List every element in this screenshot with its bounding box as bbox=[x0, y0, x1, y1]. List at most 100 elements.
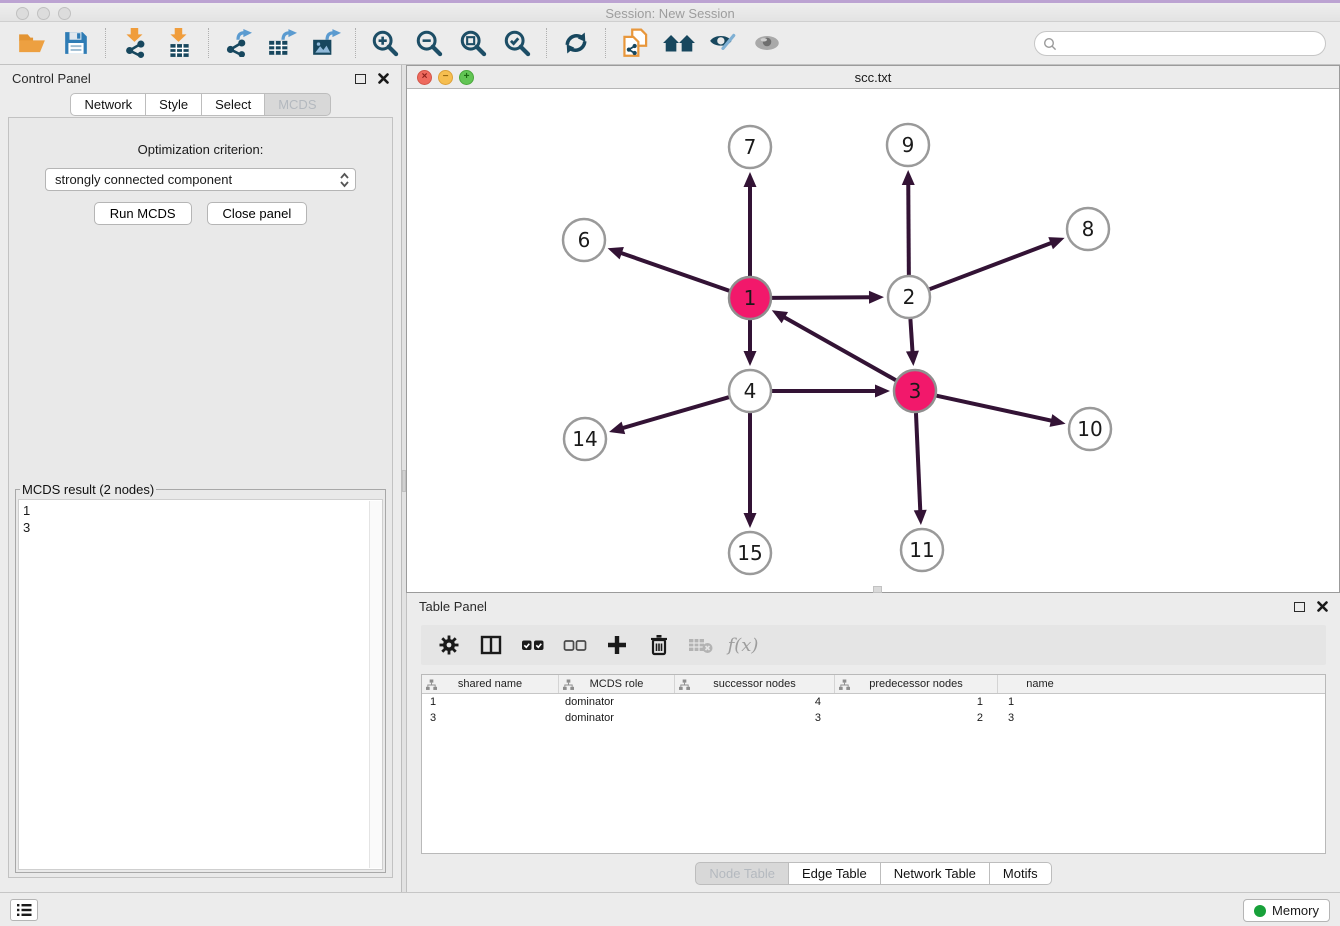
tab-mcds[interactable]: MCDS bbox=[265, 93, 330, 116]
graph-edge-2-9[interactable] bbox=[902, 170, 915, 275]
zoom-in-button[interactable] bbox=[363, 25, 407, 61]
tab-network[interactable]: Network bbox=[70, 93, 146, 116]
horizontal-splitter-grip[interactable] bbox=[873, 586, 882, 593]
network-canvas[interactable]: 7 9 6 8 1 2 4 3 14 10 15 11 bbox=[407, 89, 1339, 592]
memory-button[interactable]: Memory bbox=[1243, 899, 1330, 922]
result-line: 1 bbox=[23, 502, 378, 519]
column-header-name[interactable]: name bbox=[998, 675, 1082, 693]
close-panel-button[interactable]: Close panel bbox=[207, 202, 308, 225]
float-table-panel-icon[interactable] bbox=[1294, 602, 1305, 612]
dropdown-selected-value: strongly connected component bbox=[55, 172, 338, 187]
table-row[interactable]: 1dominator411 bbox=[422, 694, 1325, 710]
graph-edge-1-6[interactable] bbox=[608, 247, 730, 291]
column-header-successor-nodes[interactable]: successor nodes bbox=[675, 675, 835, 693]
graph-node-10[interactable]: 10 bbox=[1069, 408, 1111, 450]
export-network-icon bbox=[224, 29, 252, 57]
result-scrollbar[interactable] bbox=[369, 501, 382, 868]
graph-node-1[interactable]: 1 bbox=[729, 277, 771, 319]
graph-edge-3-10[interactable] bbox=[936, 396, 1065, 427]
graph-node-3[interactable]: 3 bbox=[894, 370, 936, 412]
table-cell[interactable]: 4 bbox=[675, 694, 835, 710]
zoom-selected-button[interactable] bbox=[495, 25, 539, 61]
show-all-button[interactable] bbox=[745, 25, 789, 61]
column-header-shared-name[interactable]: shared name bbox=[422, 675, 559, 693]
graph-node-11[interactable]: 11 bbox=[901, 529, 943, 571]
toolbar-separator bbox=[355, 28, 356, 58]
maximize-view-button[interactable]: + bbox=[459, 70, 474, 85]
save-session-button[interactable] bbox=[54, 25, 98, 61]
toolbar-separator bbox=[208, 28, 209, 58]
graph-edge-3-11[interactable] bbox=[914, 413, 927, 525]
deselect-all-columns-button[interactable] bbox=[557, 628, 593, 662]
graph-edge-4-15[interactable] bbox=[744, 413, 757, 528]
table-cell[interactable]: 1 bbox=[835, 694, 998, 710]
column-header-mcds-role[interactable]: MCDS role bbox=[559, 675, 675, 693]
graph-node-14[interactable]: 14 bbox=[564, 418, 606, 460]
table-cell[interactable]: 1 bbox=[422, 694, 559, 710]
graph-node-15[interactable]: 15 bbox=[729, 532, 771, 574]
export-table-button[interactable] bbox=[260, 25, 304, 61]
graph-edge-1-2[interactable] bbox=[772, 291, 884, 304]
graph-node-4[interactable]: 4 bbox=[729, 370, 771, 412]
table-cell[interactable]: dominator bbox=[559, 694, 675, 710]
graph-edge-3-1[interactable] bbox=[772, 310, 896, 380]
table-cell[interactable]: 3 bbox=[998, 710, 1082, 726]
delete-column-button[interactable] bbox=[641, 628, 677, 662]
graph-edge-4-14[interactable] bbox=[609, 397, 729, 434]
table-cell[interactable]: 2 bbox=[835, 710, 998, 726]
tab-edge-table[interactable]: Edge Table bbox=[789, 862, 881, 885]
column-type-icon bbox=[563, 679, 574, 691]
table-cell[interactable]: 3 bbox=[675, 710, 835, 726]
close-panel-icon[interactable] bbox=[378, 73, 389, 84]
import-table-button[interactable] bbox=[157, 25, 201, 61]
import-network-button[interactable] bbox=[113, 25, 157, 61]
graph-edge-4-3[interactable] bbox=[772, 385, 890, 398]
add-column-button[interactable] bbox=[599, 628, 635, 662]
graph-node-2[interactable]: 2 bbox=[888, 276, 930, 318]
new-network-from-selection-button[interactable] bbox=[613, 25, 657, 61]
run-mcds-button[interactable]: Run MCDS bbox=[94, 202, 192, 225]
tab-network-table[interactable]: Network Table bbox=[881, 862, 990, 885]
graph-edge-2-8[interactable] bbox=[930, 237, 1065, 289]
search-input[interactable] bbox=[1061, 34, 1325, 54]
minimize-view-button[interactable]: − bbox=[438, 70, 453, 85]
tab-style[interactable]: Style bbox=[146, 93, 202, 116]
tab-select[interactable]: Select bbox=[202, 93, 265, 116]
export-network-button[interactable] bbox=[216, 25, 260, 61]
task-history-button[interactable] bbox=[10, 899, 38, 921]
graph-node-label: 4 bbox=[744, 379, 757, 403]
column-header-predecessor-nodes[interactable]: predecessor nodes bbox=[835, 675, 998, 693]
table-row[interactable]: 3dominator323 bbox=[422, 710, 1325, 726]
export-image-button[interactable] bbox=[304, 25, 348, 61]
graph-edge-2-3[interactable] bbox=[906, 319, 919, 366]
mcds-result-textarea[interactable]: 13 bbox=[18, 499, 383, 870]
table-cell[interactable]: dominator bbox=[559, 710, 675, 726]
table-settings-button[interactable] bbox=[431, 628, 467, 662]
zoom-out-button[interactable] bbox=[407, 25, 451, 61]
graph-node-7[interactable]: 7 bbox=[729, 126, 771, 168]
graph-node-8[interactable]: 8 bbox=[1067, 208, 1109, 250]
tab-node-table[interactable]: Node Table bbox=[695, 862, 789, 885]
select-all-columns-button[interactable] bbox=[515, 628, 551, 662]
close-table-panel-icon[interactable] bbox=[1317, 601, 1328, 612]
open-session-button[interactable] bbox=[10, 25, 54, 61]
optimization-criterion-label: Optimization criterion: bbox=[9, 142, 392, 157]
tab-motifs[interactable]: Motifs bbox=[990, 862, 1052, 885]
optimization-criterion-select[interactable]: strongly connected component bbox=[45, 168, 356, 191]
zoom-fit-button[interactable] bbox=[451, 25, 495, 61]
float-panel-icon[interactable] bbox=[355, 74, 366, 84]
table-cell[interactable]: 3 bbox=[422, 710, 559, 726]
split-table-view-button[interactable] bbox=[473, 628, 509, 662]
hide-selected-button[interactable] bbox=[701, 25, 745, 61]
column-type-icon bbox=[679, 679, 690, 691]
refresh-button[interactable] bbox=[554, 25, 598, 61]
table-cell[interactable]: 1 bbox=[998, 694, 1082, 710]
graph-node-9[interactable]: 9 bbox=[887, 124, 929, 166]
close-view-button[interactable]: × bbox=[417, 70, 432, 85]
home-layout-button[interactable] bbox=[657, 25, 701, 61]
table-panel-title: Table Panel bbox=[419, 599, 487, 614]
graph-node-6[interactable]: 6 bbox=[563, 219, 605, 261]
graph-edge-1-4[interactable] bbox=[744, 320, 757, 366]
graph-edge-1-7[interactable] bbox=[744, 172, 757, 276]
search-field[interactable] bbox=[1034, 31, 1326, 56]
